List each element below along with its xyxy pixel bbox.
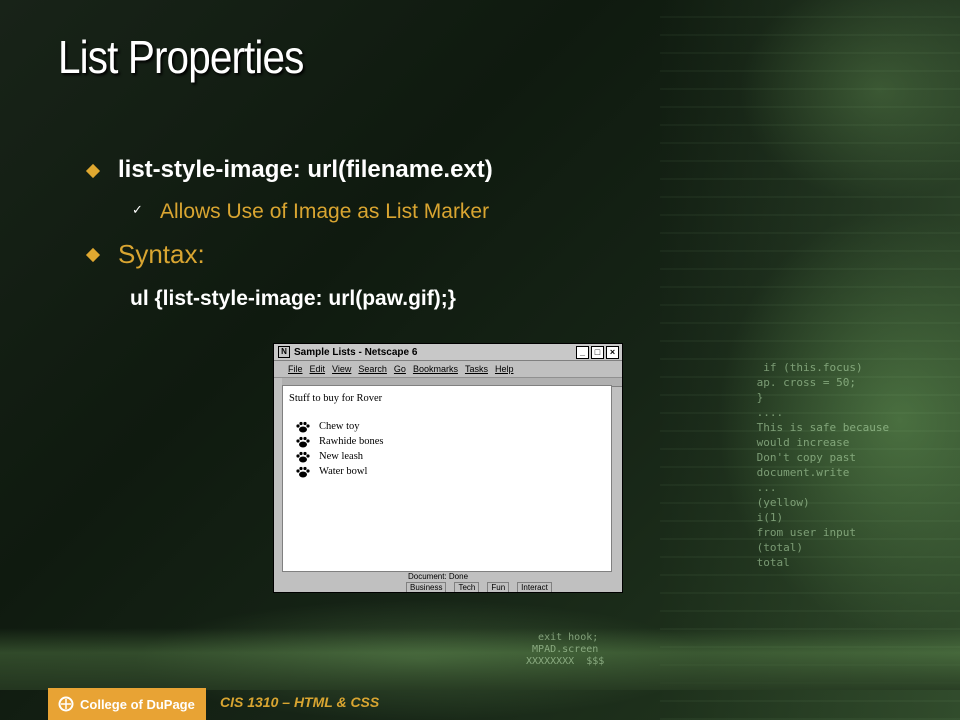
bullet-text: list-style-image: url(filename.ext) bbox=[118, 156, 493, 183]
window-titlebar: N Sample Lists - Netscape 6 _ □ × bbox=[274, 344, 622, 361]
menu-item: Search bbox=[358, 364, 387, 374]
toolbar-tab: Tech bbox=[454, 582, 480, 592]
course-label: CIS 1310 – HTML & CSS bbox=[220, 694, 380, 710]
paw-icon bbox=[296, 451, 310, 462]
status-text: Document: Done bbox=[408, 572, 469, 581]
maximize-icon: □ bbox=[591, 345, 604, 359]
menu-item: Help bbox=[494, 364, 514, 374]
menu-item: Edit bbox=[309, 364, 326, 374]
personal-toolbar: Business Tech Fun Interact bbox=[274, 582, 622, 592]
code-example: ul {list-style-image: url(paw.gif);} bbox=[130, 287, 456, 310]
toolbar-tab: Business bbox=[406, 582, 447, 592]
status-bar: Document: Done bbox=[282, 572, 612, 581]
bullet-text: Syntax: bbox=[118, 239, 205, 269]
page-content: Stuff to buy for Rover Chew toy Rawhide … bbox=[282, 385, 612, 572]
list-item: Water bowl bbox=[295, 464, 383, 479]
toolbar-tab: Interact bbox=[517, 582, 552, 592]
logo-text: College of DuPage bbox=[80, 696, 195, 712]
netscape-icon: N bbox=[278, 346, 290, 358]
paw-icon bbox=[296, 436, 310, 447]
college-logo: College of DuPage bbox=[48, 688, 206, 720]
paw-icon bbox=[296, 466, 310, 477]
content-heading: Stuff to buy for Rover bbox=[289, 393, 383, 404]
checkmark-icon: ✓ bbox=[132, 202, 143, 217]
menu-item: Go bbox=[393, 364, 406, 374]
list-item: Chew toy bbox=[295, 419, 383, 434]
background-decoration: if (this.focus) ap. cross = 50; } .... T… bbox=[660, 0, 960, 720]
list-item: Rawhide bones bbox=[295, 434, 383, 449]
paw-list: Chew toy Rawhide bones New leash Water b… bbox=[295, 419, 383, 479]
close-icon: × bbox=[606, 345, 619, 359]
menu-item: File bbox=[288, 364, 303, 374]
menu-bar: File Edit View Search Go Bookmarks Tasks… bbox=[274, 361, 622, 378]
sub-bullet-text: Allows Use of Image as List Marker bbox=[160, 200, 490, 223]
menu-item: Tasks bbox=[464, 364, 488, 374]
menu-item: Bookmarks bbox=[412, 364, 458, 374]
list-item: New leash bbox=[295, 449, 383, 464]
page-title: List Properties bbox=[58, 31, 304, 83]
browser-screenshot: N Sample Lists - Netscape 6 _ □ × File E… bbox=[273, 343, 623, 593]
background-decoration-bottom: exit hook; MPAD.screen XXXXXXXX $$$ bbox=[0, 628, 960, 690]
toolbar-tab: Fun bbox=[487, 582, 510, 592]
minimize-icon: _ bbox=[576, 345, 589, 359]
paw-icon bbox=[296, 421, 310, 432]
logo-icon bbox=[58, 696, 74, 712]
window-title: Sample Lists - Netscape 6 bbox=[294, 346, 418, 358]
menu-item: View bbox=[332, 364, 352, 374]
